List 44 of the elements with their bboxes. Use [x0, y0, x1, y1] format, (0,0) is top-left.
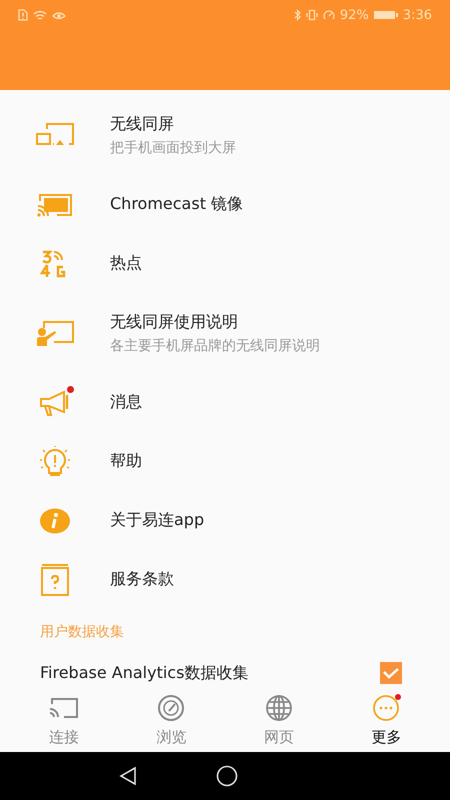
- info-icon: [39, 508, 71, 534]
- menu-item-title: 帮助: [110, 451, 142, 472]
- menu-item-title: 无线同屏: [110, 114, 175, 134]
- battery-icon: [374, 10, 398, 20]
- lightbulb-icon: [38, 446, 72, 478]
- menu-item[interactable]: Chromecast 镜像: [0, 175, 450, 234]
- battery-percent: 92%: [340, 8, 369, 22]
- clock: 3:36: [402, 8, 432, 22]
- menu-item-title: 服务条款: [110, 569, 174, 590]
- menu-item-title: 热点: [110, 253, 142, 274]
- menu-item[interactable]: 关于易连app: [0, 491, 450, 550]
- wifi-icon: [33, 10, 47, 20]
- menu-item-subtitle: 各主要手机屏品牌的无线同屏说明: [110, 336, 320, 354]
- menu-item-title: 消息: [110, 392, 142, 413]
- menu-item[interactable]: 无线同屏 把手机画面投到大屏: [0, 95, 450, 175]
- menu-item-title: Chromecast 镜像: [110, 194, 244, 215]
- back-icon[interactable]: [118, 766, 138, 786]
- menu-item-subtitle: 把手机画面投到大屏: [110, 138, 236, 156]
- checkmark-icon: [382, 667, 400, 679]
- menu-item[interactable]: 热点: [0, 234, 450, 293]
- setting-label: Firebase Analytics数据收集: [40, 662, 248, 684]
- compass-icon: [157, 694, 186, 722]
- menu-item-title: 关于易连app: [110, 510, 204, 531]
- chromecast-icon: [37, 192, 73, 216]
- bluetooth-icon: [294, 9, 301, 21]
- checkbox[interactable]: [380, 662, 402, 684]
- menu-item-title: 无线同屏使用说明: [110, 312, 239, 332]
- globe-icon: [264, 694, 293, 722]
- menu-item[interactable]: 帮助: [0, 432, 450, 491]
- presenter-icon: [36, 320, 74, 346]
- cast-screen-icon: [36, 123, 74, 147]
- vibrate-icon: [306, 9, 318, 21]
- section-heading: 用户数据收集: [39, 623, 125, 642]
- menu-item[interactable]: 消息: [0, 373, 450, 432]
- sim-alert-icon: [18, 9, 28, 21]
- menu-item[interactable]: 服务条款: [0, 550, 450, 609]
- cast-icon: [48, 696, 79, 718]
- help-book-icon: [41, 564, 69, 596]
- speed-gauge-icon: [322, 9, 335, 21]
- menu-item[interactable]: 无线同屏使用说明 各主要手机屏品牌的无线同屏说明: [0, 293, 450, 373]
- home-icon[interactable]: [216, 765, 238, 787]
- nav-tab[interactable]: 更多: [341, 688, 432, 752]
- eye-icon: [52, 10, 66, 20]
- more-dots-icon: [372, 694, 400, 722]
